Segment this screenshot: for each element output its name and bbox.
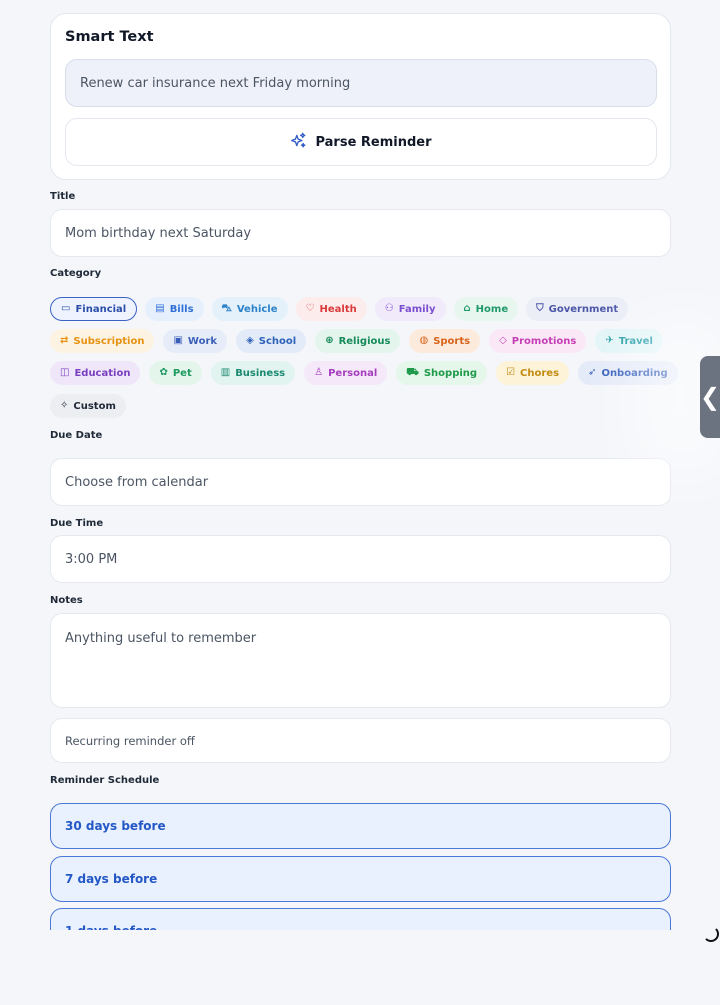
smart-text-card: Smart Text Renew car insurance next Frid…: [50, 13, 671, 180]
loading-spinner-icon: [703, 926, 719, 942]
recurring-toggle[interactable]: Recurring reminder off: [50, 718, 671, 763]
due-date-input[interactable]: Choose from calendar: [50, 458, 671, 506]
category-chip-label: Personal: [328, 367, 378, 379]
form-viewport: Smart Text Renew car insurance next Frid…: [0, 0, 720, 930]
category-chip-family[interactable]: ⚇ Family: [374, 297, 446, 321]
briefcase-icon: ▣: [173, 335, 183, 346]
category-chip-label: Religious: [338, 335, 391, 347]
category-chip-travel[interactable]: ✈ Travel: [595, 329, 663, 353]
car-icon: ⛍: [221, 303, 232, 314]
users-icon: ⚇: [384, 303, 394, 314]
category-chip-label: Shopping: [423, 367, 478, 379]
ball-icon: ◍: [419, 335, 429, 346]
category-chip-label: Family: [398, 303, 436, 315]
category-chip-subscription[interactable]: ⇄ Subscription: [50, 329, 155, 353]
category-chip-label: Vehicle: [236, 303, 278, 315]
paw-icon: ✿: [159, 367, 168, 378]
category-chip-work[interactable]: ▣ Work: [163, 329, 228, 353]
sparkles-icon: [290, 132, 307, 153]
category-chip-promotions[interactable]: ◇ Promotions: [489, 329, 587, 353]
book-icon: ◫: [60, 367, 70, 378]
category-row: ⇄ Subscription ▣ Work ◈ School ⊕ Religious ◍ Spor…: [50, 329, 663, 353]
category-row: ◫ Education ✿ Pet ▥ Business ♙ Personal ⛟ Shoppin…: [50, 361, 678, 385]
category-chip-shopping[interactable]: ⛟ Shopping: [396, 361, 488, 385]
category-chip-vehicle[interactable]: ⛍ Vehicle: [211, 297, 288, 321]
category-chip-personal[interactable]: ♙ Personal: [304, 361, 388, 385]
category-chip-label: Education: [74, 367, 131, 379]
reminder-schedule-label: Reminder Schedule: [50, 775, 160, 786]
category-chip-label: Pet: [172, 367, 192, 379]
category-chip-onboarding[interactable]: ➶ Onboarding: [578, 361, 678, 385]
sparkles-icon: ✧: [60, 400, 69, 411]
graduation-icon: ◈: [246, 335, 254, 346]
category-chip-pet[interactable]: ✿ Pet: [149, 361, 202, 385]
cart-icon: ⛟: [406, 367, 419, 378]
heart-icon: ♡: [305, 303, 315, 314]
category-chip-label: Travel: [618, 335, 653, 347]
rocket-icon: ➶: [588, 367, 597, 378]
tag-icon: ◇: [499, 335, 507, 346]
category-chip-school[interactable]: ◈ School: [236, 329, 307, 353]
category-chip-home[interactable]: ⌂ Home: [453, 297, 519, 321]
smart-text-title: Smart Text: [65, 29, 154, 45]
user-icon: ♙: [314, 367, 324, 378]
category-label: Category: [50, 268, 102, 279]
plane-icon: ✈: [605, 335, 614, 346]
home-icon: ⌂: [463, 303, 471, 314]
category-chip-financial[interactable]: ▭ Financial: [50, 297, 138, 321]
chevron-left-icon: ❮: [699, 383, 720, 411]
parse-reminder-label: Parse Reminder: [315, 134, 432, 150]
category-chip-business[interactable]: ▥ Business: [210, 361, 296, 385]
notes-textarea[interactable]: Anything useful to remember: [50, 613, 671, 708]
category-chip-label: Health: [319, 303, 357, 315]
category-chip-custom[interactable]: ✧ Custom: [50, 394, 126, 418]
category-chip-label: Promotions: [511, 335, 577, 347]
category-row: ▭ Financial ▤ Bills ⛍ Vehicle ♡ Health ⚇ Family ⌂ H…: [50, 297, 629, 321]
repeat-icon: ⇄: [60, 335, 69, 346]
notes-label: Notes: [50, 595, 83, 606]
category-chip-label: Business: [235, 367, 286, 379]
category-chip-label: Subscription: [73, 335, 145, 347]
category-chip-label: Work: [187, 335, 218, 347]
category-chip-chores[interactable]: ☑ Chores: [496, 361, 570, 385]
category-chip-label: Home: [475, 303, 509, 315]
smart-text-input[interactable]: Renew car insurance next Friday morning: [65, 59, 657, 107]
title-input[interactable]: Mom birthday next Saturday: [50, 209, 671, 257]
card-icon: ▭: [61, 303, 71, 314]
category-row: ✧ Custom: [50, 394, 126, 418]
schedule-option[interactable]: 30 days before: [50, 803, 671, 849]
category-chip-label: Government: [548, 303, 619, 315]
due-date-label: Due Date: [50, 430, 103, 441]
category-chip-label: Chores: [520, 367, 560, 379]
category-chip-bills[interactable]: ▤ Bills: [145, 297, 204, 321]
due-time-input[interactable]: 3:00 PM: [50, 535, 671, 583]
building-icon: ▥: [220, 367, 231, 378]
category-chip-health[interactable]: ♡ Health: [295, 297, 367, 321]
category-chip-government[interactable]: ⛉ Government: [526, 297, 629, 321]
schedule-option[interactable]: 7 days before: [50, 856, 671, 902]
category-chip-label: Onboarding: [601, 367, 668, 379]
shield-icon: ⛉: [536, 303, 544, 314]
side-drawer-tab[interactable]: ❮: [700, 356, 720, 438]
receipt-icon: ▤: [155, 303, 165, 314]
category-chip-label: Custom: [73, 400, 116, 412]
category-chip-label: Financial: [75, 303, 127, 315]
schedule-option[interactable]: 1 days before: [50, 908, 671, 930]
category-chip-education[interactable]: ◫ Education: [50, 361, 141, 385]
title-label: Title: [50, 191, 76, 202]
due-time-label: Due Time: [50, 518, 104, 529]
category-chip-religious[interactable]: ⊕ Religious: [315, 329, 401, 353]
category-chip-label: Bills: [169, 303, 194, 315]
globe-icon: ⊕: [325, 335, 334, 346]
category-chip-label: Sports: [433, 335, 471, 347]
checkbox-icon: ☑: [506, 367, 516, 378]
category-chip-sports[interactable]: ◍ Sports: [409, 329, 481, 353]
parse-reminder-button[interactable]: Parse Reminder: [65, 118, 657, 166]
category-chip-label: School: [258, 335, 297, 347]
